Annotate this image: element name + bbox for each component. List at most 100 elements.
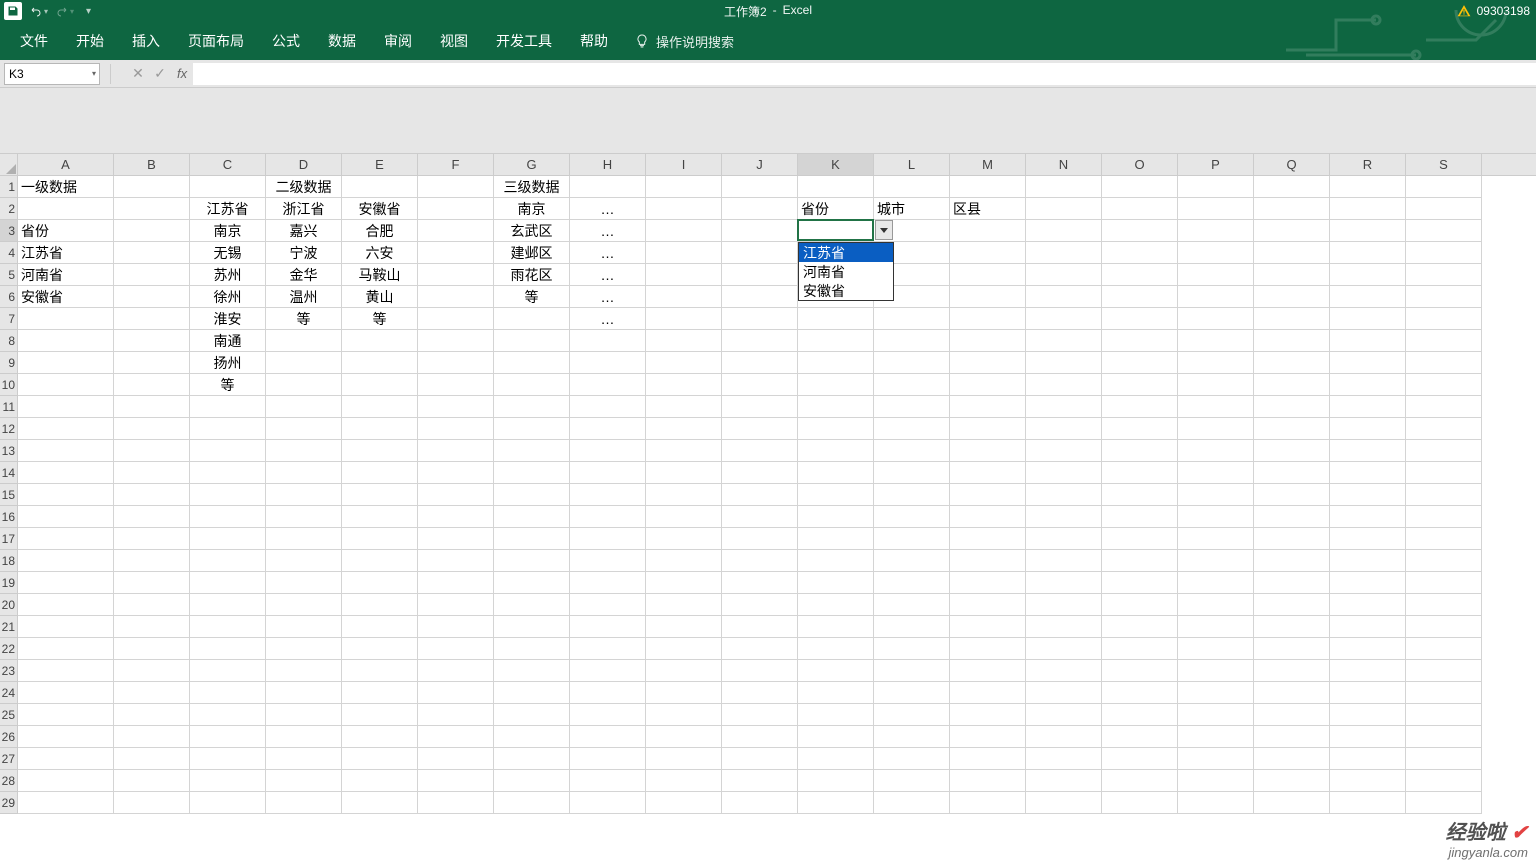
cell-G19[interactable] [494, 572, 570, 594]
cell-F15[interactable] [418, 484, 494, 506]
cell-R24[interactable] [1330, 682, 1406, 704]
cell-G21[interactable] [494, 616, 570, 638]
cell-B3[interactable] [114, 220, 190, 242]
cell-S11[interactable] [1406, 396, 1482, 418]
cell-C29[interactable] [190, 792, 266, 814]
row-header-6[interactable]: 6 [0, 286, 18, 308]
cell-Q14[interactable] [1254, 462, 1330, 484]
cell-P18[interactable] [1178, 550, 1254, 572]
cell-N28[interactable] [1026, 770, 1102, 792]
cell-N23[interactable] [1026, 660, 1102, 682]
cell-B15[interactable] [114, 484, 190, 506]
cell-O24[interactable] [1102, 682, 1178, 704]
cell-J19[interactable] [722, 572, 798, 594]
cell-L23[interactable] [874, 660, 950, 682]
row-header-19[interactable]: 19 [0, 572, 18, 594]
cell-O29[interactable] [1102, 792, 1178, 814]
cell-R7[interactable] [1330, 308, 1406, 330]
cell-H6[interactable]: … [570, 286, 646, 308]
cell-B27[interactable] [114, 748, 190, 770]
cell-M14[interactable] [950, 462, 1026, 484]
cell-K25[interactable] [798, 704, 874, 726]
cell-A27[interactable] [18, 748, 114, 770]
cell-E13[interactable] [342, 440, 418, 462]
cell-J28[interactable] [722, 770, 798, 792]
cell-A13[interactable] [18, 440, 114, 462]
cell-A14[interactable] [18, 462, 114, 484]
cell-N13[interactable] [1026, 440, 1102, 462]
cell-E14[interactable] [342, 462, 418, 484]
cell-R21[interactable] [1330, 616, 1406, 638]
cell-E11[interactable] [342, 396, 418, 418]
cell-P17[interactable] [1178, 528, 1254, 550]
cell-A19[interactable] [18, 572, 114, 594]
cell-H3[interactable]: … [570, 220, 646, 242]
cell-C11[interactable] [190, 396, 266, 418]
cell-H13[interactable] [570, 440, 646, 462]
cell-K29[interactable] [798, 792, 874, 814]
cell-C18[interactable] [190, 550, 266, 572]
cell-A22[interactable] [18, 638, 114, 660]
cell-G13[interactable] [494, 440, 570, 462]
cell-N17[interactable] [1026, 528, 1102, 550]
cell-J27[interactable] [722, 748, 798, 770]
cell-F29[interactable] [418, 792, 494, 814]
cell-G26[interactable] [494, 726, 570, 748]
cell-D24[interactable] [266, 682, 342, 704]
cell-F14[interactable] [418, 462, 494, 484]
cell-B22[interactable] [114, 638, 190, 660]
cell-L29[interactable] [874, 792, 950, 814]
cell-C23[interactable] [190, 660, 266, 682]
cell-J4[interactable] [722, 242, 798, 264]
cell-E20[interactable] [342, 594, 418, 616]
cell-A28[interactable] [18, 770, 114, 792]
cell-I4[interactable] [646, 242, 722, 264]
cell-B16[interactable] [114, 506, 190, 528]
cell-R25[interactable] [1330, 704, 1406, 726]
cell-I8[interactable] [646, 330, 722, 352]
dropdown-item[interactable]: 江苏省 [799, 243, 893, 262]
cell-E23[interactable] [342, 660, 418, 682]
cell-G15[interactable] [494, 484, 570, 506]
cell-D9[interactable] [266, 352, 342, 374]
cell-S25[interactable] [1406, 704, 1482, 726]
cell-C26[interactable] [190, 726, 266, 748]
cell-G20[interactable] [494, 594, 570, 616]
cell-L27[interactable] [874, 748, 950, 770]
cell-S2[interactable] [1406, 198, 1482, 220]
cell-M8[interactable] [950, 330, 1026, 352]
cell-D3[interactable]: 嘉兴 [266, 220, 342, 242]
cell-S20[interactable] [1406, 594, 1482, 616]
cell-R9[interactable] [1330, 352, 1406, 374]
cell-S7[interactable] [1406, 308, 1482, 330]
cell-E28[interactable] [342, 770, 418, 792]
cell-H8[interactable] [570, 330, 646, 352]
cell-A25[interactable] [18, 704, 114, 726]
cell-O15[interactable] [1102, 484, 1178, 506]
cell-O27[interactable] [1102, 748, 1178, 770]
cell-B14[interactable] [114, 462, 190, 484]
cell-O11[interactable] [1102, 396, 1178, 418]
cell-K14[interactable] [798, 462, 874, 484]
cell-N16[interactable] [1026, 506, 1102, 528]
cell-D28[interactable] [266, 770, 342, 792]
cell-G9[interactable] [494, 352, 570, 374]
cell-H28[interactable] [570, 770, 646, 792]
cell-G8[interactable] [494, 330, 570, 352]
cell-P6[interactable] [1178, 286, 1254, 308]
cell-L16[interactable] [874, 506, 950, 528]
cell-N12[interactable] [1026, 418, 1102, 440]
cell-A11[interactable] [18, 396, 114, 418]
cell-E17[interactable] [342, 528, 418, 550]
cell-S8[interactable] [1406, 330, 1482, 352]
row-header-1[interactable]: 1 [0, 176, 18, 198]
cell-P2[interactable] [1178, 198, 1254, 220]
cell-M26[interactable] [950, 726, 1026, 748]
cell-R29[interactable] [1330, 792, 1406, 814]
cell-Q3[interactable] [1254, 220, 1330, 242]
cell-C3[interactable]: 南京 [190, 220, 266, 242]
cell-O10[interactable] [1102, 374, 1178, 396]
cell-A24[interactable] [18, 682, 114, 704]
cell-O8[interactable] [1102, 330, 1178, 352]
cell-D21[interactable] [266, 616, 342, 638]
